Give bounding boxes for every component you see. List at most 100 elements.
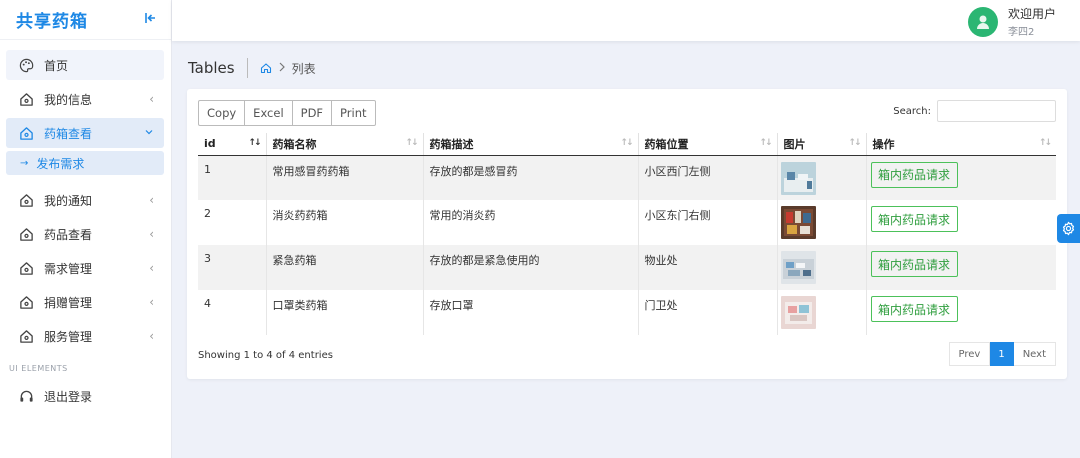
- table-card: Copy Excel PDF Print Search: id ↑↓ 药箱名称 ↑↓…: [187, 89, 1067, 379]
- medicine-box-thumbnail[interactable]: [780, 161, 816, 195]
- sidebar-item-medicines[interactable]: 药品查看 ‹: [6, 219, 164, 249]
- cell-location: 门卫处: [637, 290, 777, 335]
- cell-image: [776, 245, 866, 290]
- request-medicine-button[interactable]: 箱内药品请求: [870, 206, 958, 232]
- column-header-location[interactable]: 药箱位置 ↑↓: [637, 133, 777, 156]
- settings-button[interactable]: [1057, 214, 1080, 243]
- column-header-name[interactable]: 药箱名称 ↑↓: [265, 133, 423, 156]
- sidebar-item-home[interactable]: 首页: [6, 50, 164, 80]
- sort-icon: ↑↓: [848, 138, 861, 148]
- medicine-box-table: id ↑↓ 药箱名称 ↑↓ 药箱描述 ↑↓ 药箱位置 ↑↓ 图片 ↑↓ 操作 ↑↓ 1 常用…: [198, 133, 1056, 335]
- breadcrumb-separator-icon: [278, 61, 286, 75]
- export-button-group: Copy Excel PDF Print: [198, 100, 376, 126]
- cell-image: [776, 155, 866, 200]
- gear-icon: [1062, 221, 1075, 236]
- cell-action: 箱内药品请求: [865, 245, 1056, 290]
- sidebar-item-medicine-box[interactable]: 药箱查看: [6, 118, 164, 148]
- sidebar: 共享药箱 首页 我的信息 ‹ 药箱查看 → 发布需求 我的通知 ‹ 药品查看 ‹…: [0, 0, 172, 458]
- medicine-box-thumbnail[interactable]: [780, 206, 816, 239]
- sidebar-item-label: 我的信息: [44, 92, 93, 107]
- username: 李四2: [1007, 27, 1035, 38]
- sidebar-item-donations[interactable]: 捐赠管理 ‹: [6, 287, 164, 317]
- cell-name: 紧急药箱: [265, 245, 423, 290]
- medicine-box-thumbnail[interactable]: [780, 251, 816, 284]
- excel-button[interactable]: Excel: [245, 100, 293, 126]
- home-icon: [18, 91, 34, 107]
- sidebar-item-label: 需求管理: [44, 261, 93, 276]
- column-header-image[interactable]: 图片 ↑↓: [776, 133, 866, 156]
- cell-location: 物业处: [637, 245, 777, 290]
- sidebar-item-notifications[interactable]: 我的通知 ‹: [6, 185, 164, 215]
- page-button-1[interactable]: 1: [990, 342, 1014, 366]
- prev-page-button[interactable]: Prev: [948, 342, 991, 366]
- chevron-down-icon: [144, 126, 154, 140]
- next-page-button[interactable]: Next: [1013, 342, 1056, 366]
- medicine-box-thumbnail[interactable]: [780, 296, 816, 329]
- sort-icon: ↑↓: [405, 138, 418, 148]
- collapse-sidebar-icon[interactable]: [145, 12, 157, 28]
- cell-image: [776, 290, 866, 335]
- home-icon: [18, 125, 34, 141]
- cell-location: 小区西门左侧: [637, 155, 777, 200]
- app-title: 共享药箱: [16, 12, 88, 32]
- column-header-action[interactable]: 操作 ↑↓: [865, 133, 1056, 156]
- cell-action: 箱内药品请求: [865, 290, 1056, 335]
- cell-action: 箱内药品请求: [865, 200, 1056, 245]
- home-icon[interactable]: [260, 62, 272, 74]
- print-button[interactable]: Print: [332, 100, 376, 126]
- cell-description: 存放的都是感冒药: [422, 155, 638, 200]
- column-header-id[interactable]: id ↑↓: [198, 133, 266, 156]
- column-header-description[interactable]: 药箱描述 ↑↓: [422, 133, 638, 156]
- search-input[interactable]: [937, 100, 1056, 122]
- cell-id: 3: [198, 245, 266, 290]
- sidebar-item-label: 捐赠管理: [44, 295, 93, 310]
- pagination: Prev 1 Next: [948, 342, 1056, 366]
- chevron-left-icon: ‹: [149, 92, 154, 106]
- copy-button[interactable]: Copy: [198, 100, 246, 126]
- sidebar-item-logout[interactable]: 退出登录: [6, 381, 164, 411]
- sidebar-item-label: 药箱查看: [44, 126, 93, 141]
- sidebar-item-label: 药品查看: [44, 227, 93, 242]
- brand-bar: 共享药箱: [0, 0, 171, 40]
- request-medicine-button[interactable]: 箱内药品请求: [870, 251, 958, 277]
- headset-icon: [18, 388, 34, 404]
- breadcrumb: 列表: [291, 61, 316, 76]
- top-header: 欢迎用户 李四2: [172, 0, 1080, 41]
- sidebar-item-label: 首页: [44, 58, 69, 73]
- user-menu[interactable]: 欢迎用户 李四2: [967, 5, 1056, 38]
- cell-action: 箱内药品请求: [865, 155, 1056, 200]
- home-icon: [18, 192, 34, 208]
- page-heading: Tables 列表: [188, 58, 316, 78]
- welcome-text: 欢迎用户: [1007, 7, 1056, 21]
- sort-icon: ↑↓: [1038, 138, 1052, 148]
- chevron-left-icon: ‹: [149, 227, 154, 241]
- chevron-left-icon: ‹: [149, 261, 154, 275]
- cell-description: 存放口罩: [422, 290, 638, 335]
- request-medicine-button[interactable]: 箱内药品请求: [870, 161, 958, 188]
- table-info: Showing 1 to 4 of 4 entries: [198, 350, 333, 361]
- page-title: Tables: [188, 58, 248, 78]
- avatar[interactable]: [967, 6, 998, 37]
- sidebar-item-services[interactable]: 服务管理 ‹: [6, 321, 164, 351]
- table-row: 3 紧急药箱 存放的都是紧急使用的 物业处 箱内药品请求: [198, 245, 1056, 290]
- cell-location: 小区东门右侧: [637, 200, 777, 245]
- sidebar-subitem-publish-request[interactable]: → 发布需求: [6, 151, 164, 175]
- cell-name: 消炎药药箱: [265, 200, 423, 245]
- palette-icon: [18, 57, 34, 73]
- table-row: 2 消炎药药箱 常用的消炎药 小区东门右侧 箱内药品请求: [198, 200, 1056, 245]
- cell-image: [776, 200, 866, 245]
- search-label: Search:: [893, 105, 931, 117]
- sidebar-item-my-info[interactable]: 我的信息 ‹: [6, 84, 164, 114]
- table-row: 4 口罩类药箱 存放口罩 门卫处 箱内药品请求: [198, 290, 1056, 335]
- arrow-right-icon: →: [20, 157, 29, 169]
- home-icon: [18, 328, 34, 344]
- table-row: 1 常用感冒药药箱 存放的都是感冒药 小区西门左侧 箱内药品请求: [198, 155, 1056, 200]
- sidebar-subitem-label: 发布需求: [36, 156, 85, 171]
- cell-id: 4: [204, 297, 211, 310]
- home-icon: [18, 260, 34, 276]
- sidebar-item-requests[interactable]: 需求管理 ‹: [6, 253, 164, 283]
- chevron-left-icon: ‹: [149, 295, 154, 309]
- request-medicine-button[interactable]: 箱内药品请求: [870, 296, 958, 322]
- sidebar-item-label: 我的通知: [44, 193, 93, 208]
- pdf-button[interactable]: PDF: [292, 100, 333, 126]
